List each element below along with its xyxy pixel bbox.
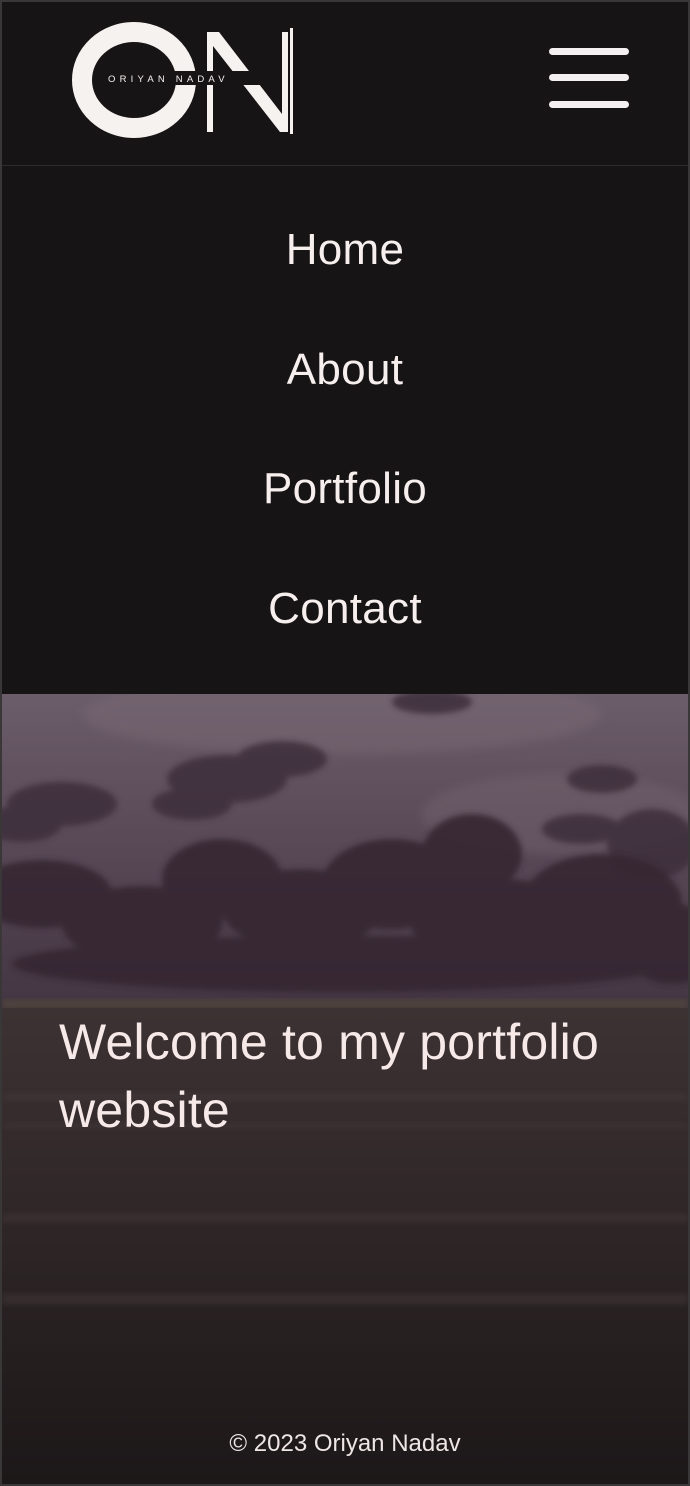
site-logo[interactable]: ORIYAN NADAV xyxy=(72,22,302,142)
site-header: ORIYAN NADAV xyxy=(2,2,688,165)
page-frame: ORIYAN NADAV Home About Portfolio Contac… xyxy=(0,0,690,1486)
nav-item-about[interactable]: About xyxy=(2,342,688,398)
nav-menu: Home About Portfolio Contact xyxy=(2,166,688,694)
nav-item-portfolio[interactable]: Portfolio xyxy=(2,461,688,517)
hamburger-line xyxy=(549,101,629,108)
hero-title: Welcome to my portfolio website xyxy=(59,1014,599,1138)
hamburger-line xyxy=(549,74,629,81)
footer-copyright: © 2023 Oriyan Nadav xyxy=(229,1430,461,1457)
logo-name: ORIYAN NADAV xyxy=(108,74,229,85)
hero-section: Welcome to my portfolio website © 2023 O… xyxy=(2,694,688,1484)
hamburger-icon[interactable] xyxy=(547,46,631,114)
nav-item-contact[interactable]: Contact xyxy=(2,581,688,637)
hamburger-line xyxy=(549,48,629,55)
nav-item-home[interactable]: Home xyxy=(2,222,688,278)
